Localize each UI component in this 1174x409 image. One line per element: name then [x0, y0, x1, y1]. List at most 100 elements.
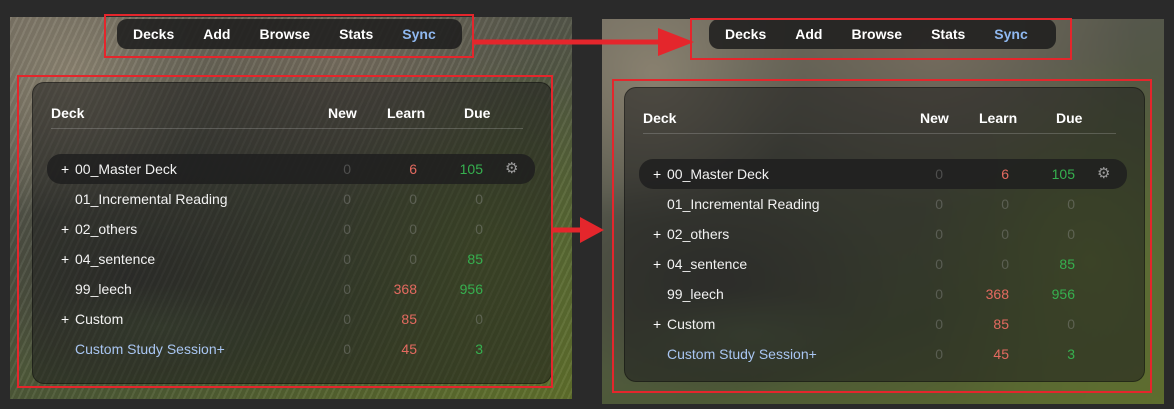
due-count: 85: [1059, 256, 1075, 272]
deck-name[interactable]: 00_Master Deck: [75, 161, 177, 177]
new-count: 0: [935, 286, 943, 302]
due-count: 0: [475, 221, 483, 237]
expand-toggle[interactable]: +: [61, 311, 73, 327]
new-count: 0: [935, 226, 943, 242]
deck-name[interactable]: 99_leech: [75, 281, 132, 297]
deck-row[interactable]: + 00_Master Deck 0 6 105 ⚙: [47, 154, 535, 184]
deck-name[interactable]: 01_Incremental Reading: [667, 196, 820, 212]
due-count: 85: [467, 251, 483, 267]
learn-count: 0: [409, 251, 417, 267]
top-toolbar: Decks Add Browse Stats Sync: [117, 19, 462, 49]
deck-list-card: Deck New Learn Due + 00_Master Deck 0 6 …: [624, 87, 1145, 382]
deck-row[interactable]: Custom Study Session+ 0 45 3: [47, 334, 535, 364]
new-count: 0: [343, 191, 351, 207]
due-count: 956: [459, 281, 483, 297]
new-count: 0: [343, 161, 351, 177]
deck-row[interactable]: + 02_others 0 0 0: [639, 219, 1127, 249]
expand-toggle[interactable]: +: [653, 256, 665, 272]
deck-row[interactable]: 99_leech 0 368 956: [47, 274, 535, 304]
deck-name[interactable]: Custom Study Session+: [75, 341, 225, 357]
due-count: 956: [1051, 286, 1075, 302]
due-count: 0: [1067, 226, 1075, 242]
deck-name[interactable]: 02_others: [667, 226, 729, 242]
expand-toggle[interactable]: +: [653, 226, 665, 242]
header-new: New: [328, 105, 357, 121]
decks-link[interactable]: Decks: [725, 26, 766, 42]
deck-name[interactable]: 99_leech: [667, 286, 724, 302]
deck-rows: + 00_Master Deck 0 6 105 ⚙ 01_Incrementa…: [47, 154, 535, 364]
learn-count: 0: [1001, 196, 1009, 212]
learn-count: 0: [1001, 256, 1009, 272]
deck-name[interactable]: 02_others: [75, 221, 137, 237]
learn-count: 0: [1001, 226, 1009, 242]
add-link[interactable]: Add: [795, 26, 822, 42]
due-count: 3: [475, 341, 483, 357]
learn-count: 45: [993, 346, 1009, 362]
deck-name[interactable]: Custom: [667, 316, 715, 332]
deck-row[interactable]: + Custom 0 85 0: [639, 309, 1127, 339]
new-count: 0: [935, 346, 943, 362]
learn-count: 85: [401, 311, 417, 327]
sync-link[interactable]: Sync: [402, 26, 435, 42]
deck-table-header: Deck New Learn Due: [643, 110, 1116, 134]
header-deck: Deck: [643, 110, 677, 126]
learn-count: 0: [409, 191, 417, 207]
due-count: 105: [1051, 166, 1075, 182]
due-count: 0: [1067, 316, 1075, 332]
new-count: 0: [343, 311, 351, 327]
due-count: 0: [475, 311, 483, 327]
learn-count: 85: [993, 316, 1009, 332]
header-learn: Learn: [979, 110, 1018, 126]
new-count: 0: [343, 281, 351, 297]
browse-link[interactable]: Browse: [259, 26, 310, 42]
new-count: 0: [935, 166, 943, 182]
header-learn: Learn: [387, 105, 426, 121]
expand-toggle[interactable]: +: [61, 221, 73, 237]
deck-row[interactable]: + 04_sentence 0 0 85: [47, 244, 535, 274]
deck-row[interactable]: + 04_sentence 0 0 85: [639, 249, 1127, 279]
deck-list-card: Deck New Learn Due + 00_Master Deck 0 6 …: [32, 82, 552, 384]
top-toolbar: Decks Add Browse Stats Sync: [709, 19, 1056, 49]
stats-link[interactable]: Stats: [339, 26, 373, 42]
header-due: Due: [464, 105, 491, 121]
learn-count: 368: [985, 286, 1009, 302]
deck-name[interactable]: Custom Study Session+: [667, 346, 817, 362]
deck-name[interactable]: Custom: [75, 311, 123, 327]
learn-count: 368: [393, 281, 417, 297]
gear-icon[interactable]: ⚙: [505, 161, 521, 177]
decks-link[interactable]: Decks: [133, 26, 174, 42]
new-count: 0: [343, 221, 351, 237]
due-count: 3: [1067, 346, 1075, 362]
deck-name[interactable]: 04_sentence: [667, 256, 747, 272]
header-new: New: [920, 110, 949, 126]
deck-name[interactable]: 00_Master Deck: [667, 166, 769, 182]
gear-icon[interactable]: ⚙: [1097, 166, 1113, 182]
due-count: 0: [475, 191, 483, 207]
deck-row[interactable]: 99_leech 0 368 956: [639, 279, 1127, 309]
expand-toggle[interactable]: +: [653, 166, 665, 182]
deck-row[interactable]: 01_Incremental Reading 0 0 0: [47, 184, 535, 214]
deck-rows: + 00_Master Deck 0 6 105 ⚙ 01_Incrementa…: [639, 159, 1127, 369]
new-count: 0: [343, 251, 351, 267]
deck-row[interactable]: + Custom 0 85 0: [47, 304, 535, 334]
new-count: 0: [935, 256, 943, 272]
deck-row[interactable]: + 02_others 0 0 0: [47, 214, 535, 244]
expand-toggle[interactable]: +: [61, 161, 73, 177]
deck-row[interactable]: + 00_Master Deck 0 6 105 ⚙: [639, 159, 1127, 189]
deck-table-header: Deck New Learn Due: [51, 105, 523, 129]
expand-toggle[interactable]: +: [61, 251, 73, 267]
new-count: 0: [935, 196, 943, 212]
new-count: 0: [343, 341, 351, 357]
expand-toggle[interactable]: +: [653, 316, 665, 332]
due-count: 105: [459, 161, 483, 177]
sync-link[interactable]: Sync: [994, 26, 1027, 42]
deck-row[interactable]: 01_Incremental Reading 0 0 0: [639, 189, 1127, 219]
deck-name[interactable]: 01_Incremental Reading: [75, 191, 228, 207]
deck-row[interactable]: Custom Study Session+ 0 45 3: [639, 339, 1127, 369]
browse-link[interactable]: Browse: [851, 26, 902, 42]
deck-name[interactable]: 04_sentence: [75, 251, 155, 267]
learn-count: 45: [401, 341, 417, 357]
stats-link[interactable]: Stats: [931, 26, 965, 42]
add-link[interactable]: Add: [203, 26, 230, 42]
header-due: Due: [1056, 110, 1083, 126]
